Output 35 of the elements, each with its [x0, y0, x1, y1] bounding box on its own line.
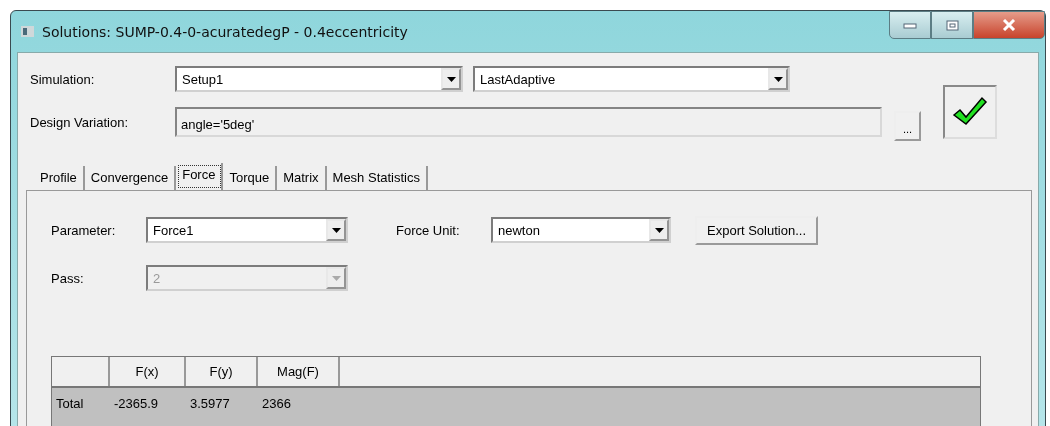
tab[interactable]: Force — [176, 163, 224, 190]
window-icon — [21, 26, 34, 37]
simulation-label: Simulation: — [30, 71, 96, 87]
parameter-label: Parameter: — [51, 222, 117, 238]
close-button[interactable] — [973, 11, 1045, 39]
solution-dropdown[interactable]: LastAdaptive — [473, 66, 790, 92]
minimize-icon — [903, 21, 917, 29]
pass-label: Pass: — [51, 270, 85, 286]
window-title: Solutions: SUMP-0.4-0-acuratedegP - 0.4eccentricity — [42, 23, 408, 40]
tab[interactable]: Torque — [223, 166, 278, 190]
tab[interactable]: Mesh Statistics — [326, 166, 428, 190]
column-header: F(x) — [110, 357, 186, 386]
design-variation-field[interactable]: angle='5deg' — [175, 107, 882, 137]
force-unit-dropdown[interactable]: newton — [491, 217, 671, 243]
tab[interactable]: Convergence — [84, 166, 177, 190]
table-cell-text: Total — [55, 395, 85, 413]
column-header: F(y) — [186, 357, 258, 386]
force-unit-label: Force Unit: — [396, 222, 461, 238]
export-solution-button[interactable]: Export Solution... — [695, 215, 818, 245]
maximize-icon — [945, 19, 959, 31]
table-cell-text: 3.5977 — [189, 395, 231, 413]
minimize-button[interactable] — [889, 11, 931, 39]
close-icon — [1002, 19, 1016, 31]
parameter-dropdown[interactable]: Force1 — [146, 217, 348, 243]
browse-button[interactable]: ... — [894, 111, 921, 141]
tab[interactable]: Profile — [34, 166, 85, 190]
table-row[interactable]: Total -2365.9 3.5977 2366 — [52, 388, 980, 426]
tab[interactable]: Matrix — [277, 166, 327, 190]
maximize-button[interactable] — [931, 11, 973, 39]
setup-dropdown[interactable]: Setup1 — [175, 66, 463, 92]
column-header: Mag(F) — [258, 357, 340, 386]
table-cell-text: -2365.9 — [113, 395, 160, 413]
check-icon — [952, 96, 988, 128]
table-cell-text: 2366 — [261, 395, 292, 413]
design-variation-label: Design Variation: — [30, 114, 130, 130]
